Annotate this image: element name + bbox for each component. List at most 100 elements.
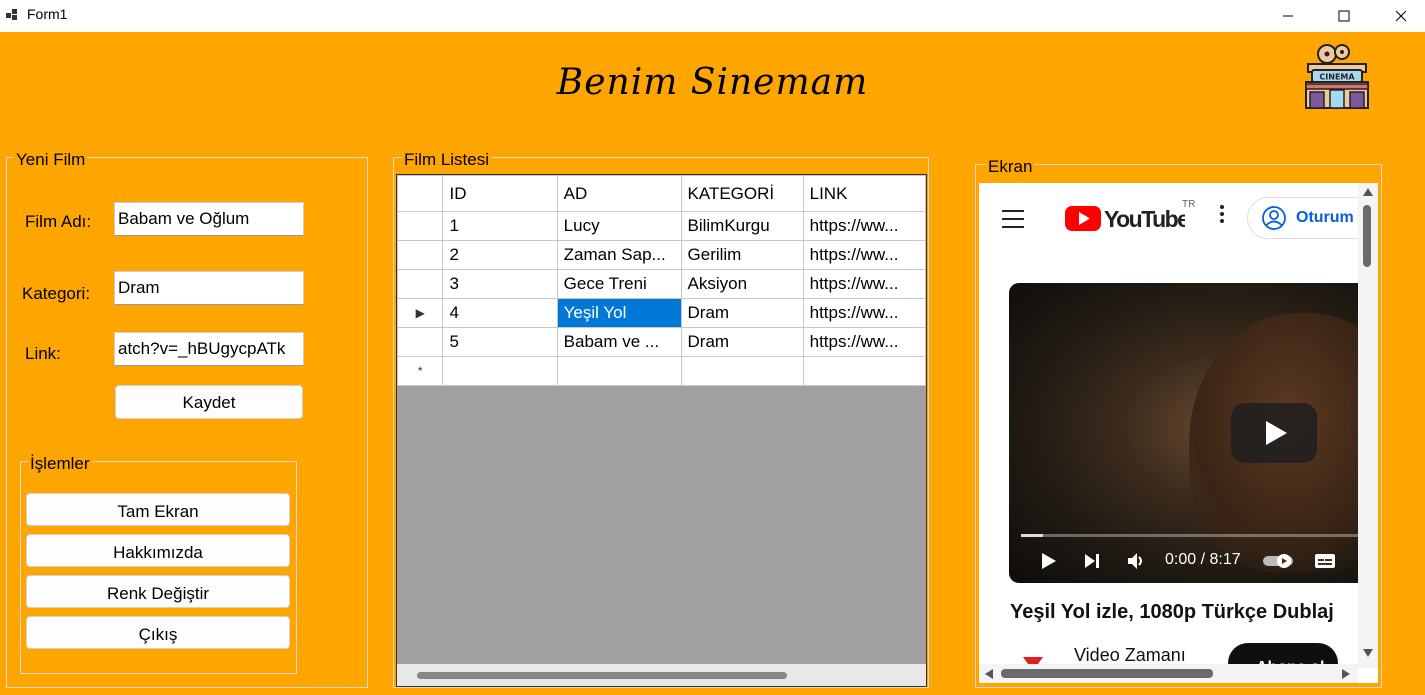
save-button[interactable]: Kaydet — [115, 385, 303, 419]
cell-name[interactable]: Lucy — [556, 211, 682, 241]
cell-name-selected[interactable]: Yeşil Yol — [556, 298, 682, 328]
browser-vscroll-thumb[interactable] — [1363, 205, 1371, 267]
window-titlebar: Form1 — [0, 0, 1425, 32]
cell-id[interactable]: 5 — [442, 327, 558, 357]
grid-scroll-thumb[interactable] — [417, 672, 787, 679]
row-header[interactable] — [397, 211, 444, 241]
cell-link[interactable]: https://ww... — [802, 269, 926, 299]
cell-name[interactable]: Gece Treni — [556, 269, 682, 299]
link-label: Link: — [25, 344, 61, 363]
grid-corner-header — [397, 175, 444, 212]
film-list-group-label: Film Listesi — [402, 150, 492, 170]
close-button[interactable] — [1378, 0, 1424, 32]
film-name-label: Film Adı: — [25, 212, 92, 231]
cell-empty[interactable] — [680, 356, 804, 386]
play-icon — [1266, 421, 1287, 445]
cell-name[interactable]: Babam ve ... — [556, 327, 682, 357]
cell-link[interactable]: https://ww... — [802, 298, 926, 328]
table-row[interactable]: 3 Gece Treni Aksiyon https://ww... — [397, 269, 926, 299]
sign-in-label: Oturum — [1296, 209, 1354, 226]
cell-empty[interactable] — [802, 356, 926, 386]
about-button[interactable]: Hakkımızda — [26, 534, 290, 567]
cell-category[interactable]: Gerilim — [680, 240, 804, 270]
youtube-logo[interactable]: YouTube — [1065, 204, 1191, 236]
cell-category[interactable]: Aksiyon — [680, 269, 804, 299]
next-icon[interactable] — [1082, 549, 1102, 573]
channel-name[interactable]: Video Zamanı — [1074, 645, 1186, 666]
minimize-icon — [1283, 15, 1293, 17]
fullscreen-button[interactable]: Tam Ekran — [26, 493, 290, 526]
table-row-current[interactable]: ▶ 4 Yeşil Yol Dram https://ww... — [397, 298, 926, 328]
column-header-category[interactable]: KATEGORİ — [680, 175, 804, 212]
film-data-grid[interactable]: ID AD KATEGORİ LINK 1 Lucy BilimKurgu ht… — [396, 174, 927, 687]
video-player[interactable]: 0:00 / 8:17 — [1009, 283, 1358, 583]
column-header-id[interactable]: ID — [442, 175, 558, 212]
browser-vertical-scrollbar[interactable] — [1358, 183, 1378, 668]
browser-hscroll-thumb[interactable] — [1001, 669, 1213, 678]
cell-link[interactable]: https://ww... — [802, 240, 926, 270]
cell-category[interactable]: Dram — [680, 327, 804, 357]
cell-link[interactable]: https://ww... — [802, 211, 926, 241]
youtube-logo-text: YouTube — [1104, 206, 1185, 232]
video-progress-bar[interactable] — [1021, 534, 1358, 537]
actions-group-label: İşlemler — [28, 454, 92, 474]
category-label: Kategori: — [22, 284, 91, 303]
window-title: Form1 — [27, 6, 68, 22]
grid-header-row: ID AD KATEGORİ LINK — [397, 175, 926, 212]
cell-id[interactable]: 4 — [442, 298, 558, 328]
volume-icon[interactable] — [1126, 549, 1146, 573]
cell-category[interactable]: BilimKurgu — [680, 211, 804, 241]
cell-link[interactable]: https://ww... — [802, 327, 926, 357]
play-small-icon[interactable] — [1039, 549, 1059, 573]
cinema-logo-icon: CINEMA — [1305, 44, 1369, 109]
table-row[interactable]: 2 Zaman Sap... Gerilim https://ww... — [397, 240, 926, 270]
page-title: Benim Sinemam — [556, 62, 869, 103]
scroll-right-icon[interactable] — [1341, 668, 1351, 680]
new-row-marker[interactable]: * — [397, 356, 444, 386]
table-row[interactable]: 1 Lucy BilimKurgu https://ww... — [397, 211, 926, 241]
exit-button[interactable]: Çıkış — [26, 616, 290, 649]
play-button[interactable] — [1231, 403, 1317, 463]
video-title[interactable]: Yeşil Yol izle, 1080p Türkçe Dublaj — [1010, 601, 1334, 624]
column-header-link[interactable]: LINK — [802, 175, 926, 212]
autoplay-toggle-icon[interactable] — [1262, 549, 1296, 573]
row-header[interactable] — [397, 240, 444, 270]
app-icon — [6, 9, 17, 20]
cell-category[interactable]: Dram — [680, 298, 804, 328]
screen-group-label: Ekran — [986, 157, 1035, 177]
video-time: 0:00 / 8:17 — [1165, 551, 1241, 568]
scroll-up-icon[interactable] — [1362, 187, 1374, 197]
scroll-down-icon[interactable] — [1362, 648, 1374, 658]
minimize-button[interactable] — [1265, 0, 1311, 32]
cell-id[interactable]: 1 — [442, 211, 558, 241]
subtitles-icon[interactable] — [1313, 549, 1337, 573]
more-options-icon[interactable] — [1219, 204, 1225, 228]
change-color-button[interactable]: Renk Değiştir — [26, 575, 290, 608]
table-row[interactable]: 5 Babam ve ... Dram https://ww... — [397, 327, 926, 357]
cell-id[interactable]: 3 — [442, 269, 558, 299]
column-header-name[interactable]: AD — [556, 175, 682, 212]
hamburger-menu-icon[interactable] — [1002, 210, 1024, 234]
row-header[interactable] — [397, 327, 444, 357]
cell-name[interactable]: Zaman Sap... — [556, 240, 682, 270]
category-input[interactable]: Dram — [114, 271, 304, 305]
new-row[interactable]: * — [397, 356, 926, 386]
grid-horizontal-scrollbar[interactable] — [397, 664, 926, 686]
film-name-input[interactable]: Babam ve Oğlum — [114, 202, 304, 236]
current-row-marker[interactable]: ▶ — [397, 298, 444, 328]
cell-id[interactable]: 2 — [442, 240, 558, 270]
row-header[interactable] — [397, 269, 444, 299]
account-icon — [1262, 206, 1286, 230]
link-input[interactable]: atch?v=_hBUgycpATk — [114, 332, 304, 366]
cell-empty[interactable] — [442, 356, 558, 386]
cinema-logo-text: CINEMA — [1319, 73, 1355, 82]
browser-horizontal-scrollbar[interactable] — [979, 664, 1358, 683]
new-film-group-label: Yeni Film — [14, 150, 88, 170]
maximize-icon — [1338, 10, 1350, 22]
scroll-left-icon[interactable] — [984, 668, 994, 680]
close-icon — [1395, 10, 1407, 22]
maximize-button[interactable] — [1321, 0, 1367, 32]
embedded-browser[interactable]: YouTube TR Oturum 0:00 / 8:17 Yeşil Yol … — [979, 183, 1378, 683]
cell-empty[interactable] — [556, 356, 682, 386]
region-code: TR — [1182, 199, 1196, 210]
